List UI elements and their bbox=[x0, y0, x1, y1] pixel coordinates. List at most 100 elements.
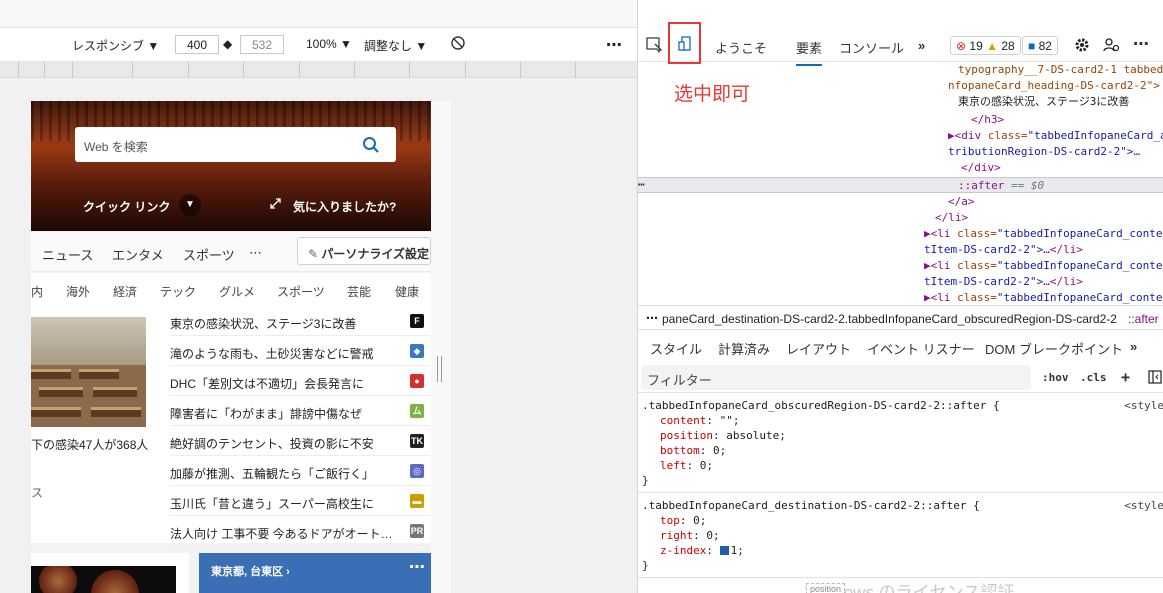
headline-item[interactable]: 玉川氏「昔と違う」スーパー高校生に ▬ bbox=[170, 487, 430, 516]
node-menu-icon[interactable]: ⋯ bbox=[638, 177, 645, 193]
headline-item[interactable]: 絶好調のテンセント、投資の影に不安 TK bbox=[170, 427, 430, 456]
subnav-item[interactable]: 芸能 bbox=[347, 283, 371, 300]
nav-more[interactable]: ⋯ bbox=[249, 245, 262, 261]
css-declaration[interactable]: z-index: 1; bbox=[660, 543, 744, 558]
error-count: 19 bbox=[969, 39, 983, 53]
quick-links-label[interactable]: クイック リンク bbox=[83, 198, 170, 215]
headline-item[interactable]: DHC「差別文は不適切」会長発言に ● bbox=[170, 367, 430, 396]
subnav-item[interactable]: グルメ bbox=[219, 283, 255, 300]
rule-selector[interactable]: .tabbedInfopaneCard_obscuredRegion-DS-ca… bbox=[642, 398, 1000, 413]
nav-news[interactable]: ニュース bbox=[42, 245, 93, 264]
more-tabs-icon[interactable]: » bbox=[1130, 339, 1137, 354]
css-declaration[interactable]: position: absolute; bbox=[660, 428, 786, 443]
dom-token: "tabbedInfopaneCard_a bbox=[1027, 129, 1163, 142]
resize-handle[interactable] bbox=[437, 356, 442, 382]
dom-node-line[interactable]: tItem-DS-card2-2">…</li> bbox=[924, 274, 1083, 290]
headline-item[interactable]: 法人向け 工事不要 今あるドアがオート… PR bbox=[170, 517, 430, 546]
rule-selector[interactable]: .tabbedInfopaneCard_destination-DS-card2… bbox=[642, 498, 980, 513]
tab-dom-breakpoints[interactable]: DOM ブレークポイント bbox=[985, 339, 1123, 358]
headline-item[interactable]: 滝のような雨も、土砂災害などに警戒 ◆ bbox=[170, 337, 430, 366]
rule-source-link[interactable]: <style bbox=[1124, 498, 1163, 513]
tab-event-listeners[interactable]: イベント リスナー bbox=[867, 339, 975, 358]
responsive-dropdown[interactable]: レスポンシブ ▼ bbox=[72, 37, 159, 54]
subnav-item[interactable]: 健康 bbox=[395, 283, 419, 300]
breadcrumb-overflow-icon[interactable]: ⋯ bbox=[646, 311, 658, 325]
rule-source-link[interactable]: <style bbox=[1124, 398, 1163, 413]
tab-console[interactable]: コンソール bbox=[839, 38, 904, 57]
dom-node-line[interactable]: tItem-DS-card2-2">…</li> bbox=[924, 242, 1083, 258]
dom-node-line[interactable]: ▶<li class="tabbedInfopaneCard_conte bbox=[924, 226, 1162, 242]
swap-dimensions-icon[interactable]: ◆ bbox=[223, 37, 232, 51]
width-input[interactable]: 400 bbox=[175, 35, 219, 54]
dom-node-line[interactable]: typography__7-DS-card2-1 tabbedI bbox=[958, 62, 1163, 78]
tab-styles[interactable]: スタイル bbox=[650, 339, 703, 365]
subnav-item[interactable]: テック bbox=[160, 283, 196, 300]
chevron-down-icon[interactable]: ▼ bbox=[179, 194, 201, 216]
headline-item[interactable]: 障害者に「わがまま」誹謗中傷なぜ ム bbox=[170, 397, 430, 426]
tab-layout[interactable]: レイアウト bbox=[786, 339, 851, 358]
css-declaration[interactable]: content: ""; bbox=[660, 413, 739, 428]
device-emulation-button[interactable] bbox=[668, 22, 701, 64]
dom-node-line[interactable]: </a> bbox=[948, 194, 975, 210]
dom-node-line[interactable]: tributionRegion-DS-card2-2">… bbox=[948, 144, 1140, 160]
css-declaration[interactable]: left: 0; bbox=[660, 458, 713, 473]
tab-welcome[interactable]: ようこそ bbox=[715, 38, 767, 57]
expand-icon[interactable] bbox=[269, 197, 282, 210]
search-icon[interactable] bbox=[362, 136, 380, 154]
zoom-dropdown[interactable]: 100% ▼ bbox=[306, 37, 352, 51]
class-toggle[interactable]: .cls bbox=[1080, 371, 1107, 384]
css-declaration[interactable]: right: 0; bbox=[660, 528, 720, 543]
weather-location[interactable]: 東京都, 台東区 › bbox=[211, 563, 290, 579]
headline-item[interactable]: 加藤が推測、五輪観たら「ご飯行く」 ◎ bbox=[170, 457, 430, 486]
more-options-icon[interactable]: ⋯ bbox=[606, 35, 622, 55]
dom-node-line[interactable]: ::after == $0 bbox=[958, 178, 1044, 194]
issues-badge[interactable]: ■ 82 bbox=[1022, 36, 1058, 55]
feature-headline[interactable]: 下の感染47人が368人 bbox=[31, 436, 148, 453]
headline-item[interactable]: 東京の感染状況、ステージ3に改善 F bbox=[170, 307, 430, 336]
css-declaration[interactable]: top: 0; bbox=[660, 513, 706, 528]
error-warning-badge[interactable]: ⊗ 19 ▲ 28 bbox=[950, 36, 1021, 55]
dom-node-line[interactable]: ▶<li class="tabbedInfopaneCard_conte bbox=[924, 258, 1162, 274]
height-input[interactable]: 532 bbox=[240, 35, 284, 54]
more-tabs-icon[interactable]: » bbox=[918, 38, 925, 53]
feedback-label[interactable]: 気に入りましたか? bbox=[293, 198, 396, 215]
css-declaration[interactable]: bottom: 0; bbox=[660, 443, 726, 458]
dom-node-line[interactable]: ▶<div class="tabbedInfopaneCard_a bbox=[948, 128, 1163, 144]
css-rule[interactable]: .tabbedInfopaneCard_obscuredRegion-DS-ca… bbox=[638, 395, 1163, 493]
more-options-icon[interactable]: ⋯ bbox=[1133, 34, 1149, 54]
personalize-button[interactable]: ✎ パーソナライズ設定 bbox=[297, 237, 431, 265]
dom-node-line[interactable]: </li> bbox=[935, 210, 968, 226]
sidebar-toggle-icon[interactable] bbox=[1148, 370, 1162, 384]
breadcrumb-path[interactable]: paneCard_destination-DS-card2-2.tabbedIn… bbox=[662, 312, 1117, 326]
dom-node-line[interactable]: nfopaneCard_heading-DS-card2-2"> bbox=[948, 78, 1160, 94]
dom-node-line[interactable]: 東京の感染状況、ステージ3に改善 bbox=[958, 94, 1129, 110]
dom-node-line[interactable]: ▶<li class="tabbedInfopaneCard_conte bbox=[924, 290, 1162, 305]
hover-state-toggle[interactable]: :hov bbox=[1042, 371, 1069, 384]
subnav-item[interactable]: スポーツ bbox=[277, 283, 325, 300]
rotate-icon[interactable] bbox=[450, 35, 466, 54]
subnav-item[interactable]: 内 bbox=[31, 283, 43, 300]
inspect-element-icon[interactable] bbox=[646, 37, 663, 53]
dom-node-line[interactable]: </div> bbox=[961, 160, 1001, 176]
more-options-icon[interactable]: ⋯ bbox=[409, 557, 425, 577]
add-rule-icon[interactable]: + bbox=[1121, 368, 1130, 386]
subnav-item[interactable]: 海外 bbox=[66, 283, 90, 300]
tab-computed[interactable]: 計算済み bbox=[718, 339, 770, 358]
news-card: 下の感染47人が368人 ス 東京の感染状況、ステージ3に改善 F 滝のような雨も、… bbox=[31, 307, 431, 546]
web-search-input[interactable]: Web を検索 bbox=[75, 127, 396, 162]
customize-icon[interactable] bbox=[1103, 37, 1120, 53]
image-card[interactable] bbox=[31, 553, 189, 593]
nav-sports[interactable]: スポーツ bbox=[183, 245, 235, 264]
breadcrumb-pseudo[interactable]: ::after bbox=[1128, 312, 1159, 326]
weather-card[interactable]: 東京都, 台東区 › ⋯ bbox=[199, 553, 431, 593]
layer-swatch-icon[interactable] bbox=[719, 546, 729, 555]
dom-node-line[interactable]: </h3> bbox=[971, 112, 1004, 128]
nav-entertainment[interactable]: エンタメ bbox=[112, 245, 164, 264]
classroom-image[interactable] bbox=[31, 317, 146, 427]
gear-icon[interactable] bbox=[1074, 37, 1090, 53]
filter-input[interactable]: フィルター bbox=[641, 365, 1031, 390]
subnav-item[interactable]: 経済 bbox=[113, 283, 137, 300]
dom-token: ▶<div bbox=[948, 129, 988, 142]
css-rule[interactable]: .tabbedInfopaneCard_destination-DS-card2… bbox=[638, 495, 1163, 578]
throttle-dropdown[interactable]: 調整なし ▼ bbox=[364, 37, 427, 54]
